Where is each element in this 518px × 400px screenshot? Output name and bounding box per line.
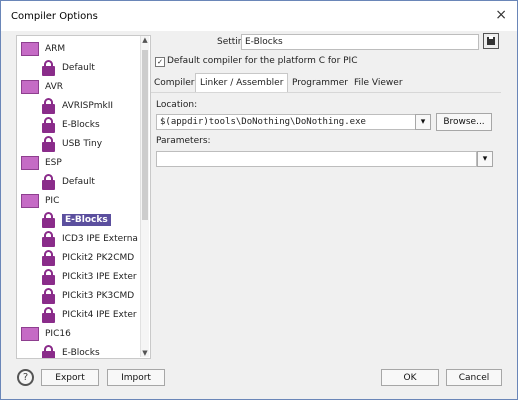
tree-label: PIC16 [45,328,71,339]
close-icon[interactable]: × [495,7,507,23]
lock-icon [41,116,56,133]
lock-icon [41,173,56,190]
tree-label: E-Blocks [62,119,100,130]
compiler-options-window: Compiler Options × ARM Default AVR AVRIS… [0,0,518,400]
tree-node-avr-eblocks[interactable]: E-Blocks [41,115,100,134]
lock-icon [41,249,56,266]
browse-button[interactable]: Browse... [436,113,492,131]
compiler-tree[interactable]: ARM Default AVR AVRISPmkII E-Blocks USB … [16,35,151,359]
parameters-field[interactable] [156,151,477,167]
tree-label: E-Blocks [62,213,111,226]
lock-icon [41,306,56,323]
tree-node-pic-eblocks-selected[interactable]: E-Blocks [41,210,111,229]
tree-node-usb-tiny[interactable]: USB Tiny [41,134,102,153]
tab-panel-divider [151,92,501,93]
ok-button[interactable]: OK [381,369,439,386]
scroll-up-icon[interactable]: ▲ [141,36,149,44]
lock-icon [41,59,56,76]
save-icon[interactable] [483,33,499,49]
tree-label: Default [62,176,95,187]
tree-node-pic[interactable]: PIC [21,191,59,210]
lock-icon [41,344,56,358]
lock-icon [41,97,56,114]
lock-icon [41,287,56,304]
tree-node-pickit2[interactable]: PICkit2 PK2CMD [41,248,134,267]
lock-icon [41,230,56,247]
tree-label: USB Tiny [62,138,103,149]
tree-label: AVRISPmkII [62,100,114,111]
scrollbar-thumb[interactable] [142,50,148,220]
lock-icon [41,211,56,228]
tree-node-pic16[interactable]: PIC16 [21,324,71,343]
tree-node-avrispmkii[interactable]: AVRISPmkII [41,96,113,115]
folder-icon [21,41,39,56]
default-compiler-label: Default compiler for the platform C for … [167,56,358,66]
lock-icon [41,135,56,152]
tree-node-pickit4[interactable]: PICkit4 IPE Exter [41,305,137,324]
lock-icon [41,268,56,285]
cancel-button[interactable]: Cancel [446,369,502,386]
tree-node-pickit3-ipe[interactable]: PICkit3 IPE Exter [41,267,137,286]
export-button[interactable]: Export [41,369,99,386]
default-compiler-checkbox[interactable]: ✓ [155,57,165,67]
tree-node-arm[interactable]: ARM [21,39,65,58]
tree-node-icd3[interactable]: ICD3 IPE Externa [41,229,138,248]
location-field[interactable]: $(appdir)tools\DoNothing\DoNothing.exe [156,114,416,130]
tree-label: AVR [45,81,63,92]
help-icon[interactable]: ? [17,369,34,386]
tree-label: PIC [45,195,60,206]
setting-name-field[interactable]: E-Blocks [241,34,479,50]
scroll-down-icon[interactable]: ▼ [141,349,149,357]
tree-label: PICkit3 PK3CMD [62,290,135,301]
folder-icon [21,155,39,170]
tree-node-esp[interactable]: ESP [21,153,62,172]
tree-label: Default [62,62,95,73]
tree-scrollbar[interactable]: ▲ ▼ [140,36,149,357]
location-label: Location: [156,100,198,110]
tree-label: PICkit4 IPE Exter [62,309,137,320]
tree-node-pic16-eblocks[interactable]: E-Blocks [41,343,100,358]
tree-label: ARM [45,43,66,54]
tree-node-pickit3-pk3cmd[interactable]: PICkit3 PK3CMD [41,286,134,305]
tree-node-esp-default[interactable]: Default [41,172,95,191]
tab-compiler[interactable]: Compiler [154,75,195,91]
folder-icon [21,326,39,341]
tab-programmer[interactable]: Programmer [292,75,348,91]
tree-label: ESP [45,157,62,168]
tree-node-arm-default[interactable]: Default [41,58,95,77]
tab-file-viewer[interactable]: File Viewer [354,75,403,91]
title-bar: Compiler Options × [1,1,517,31]
tree-label: E-Blocks [62,347,100,358]
window-title: Compiler Options [11,11,98,22]
parameters-dropdown-icon[interactable]: ▾ [477,151,493,167]
tree-label: PICkit2 PK2CMD [62,252,135,263]
tab-linker-assembler[interactable]: Linker / Assembler [195,73,289,92]
tree-node-avr[interactable]: AVR [21,77,63,96]
import-button[interactable]: Import [107,369,165,386]
location-dropdown-icon[interactable]: ▾ [415,114,431,130]
tree-label: ICD3 IPE Externa [62,233,138,244]
parameters-label: Parameters: [156,136,211,146]
tree-label: PICkit3 IPE Exter [62,271,137,282]
folder-icon [21,79,39,94]
folder-icon [21,193,39,208]
